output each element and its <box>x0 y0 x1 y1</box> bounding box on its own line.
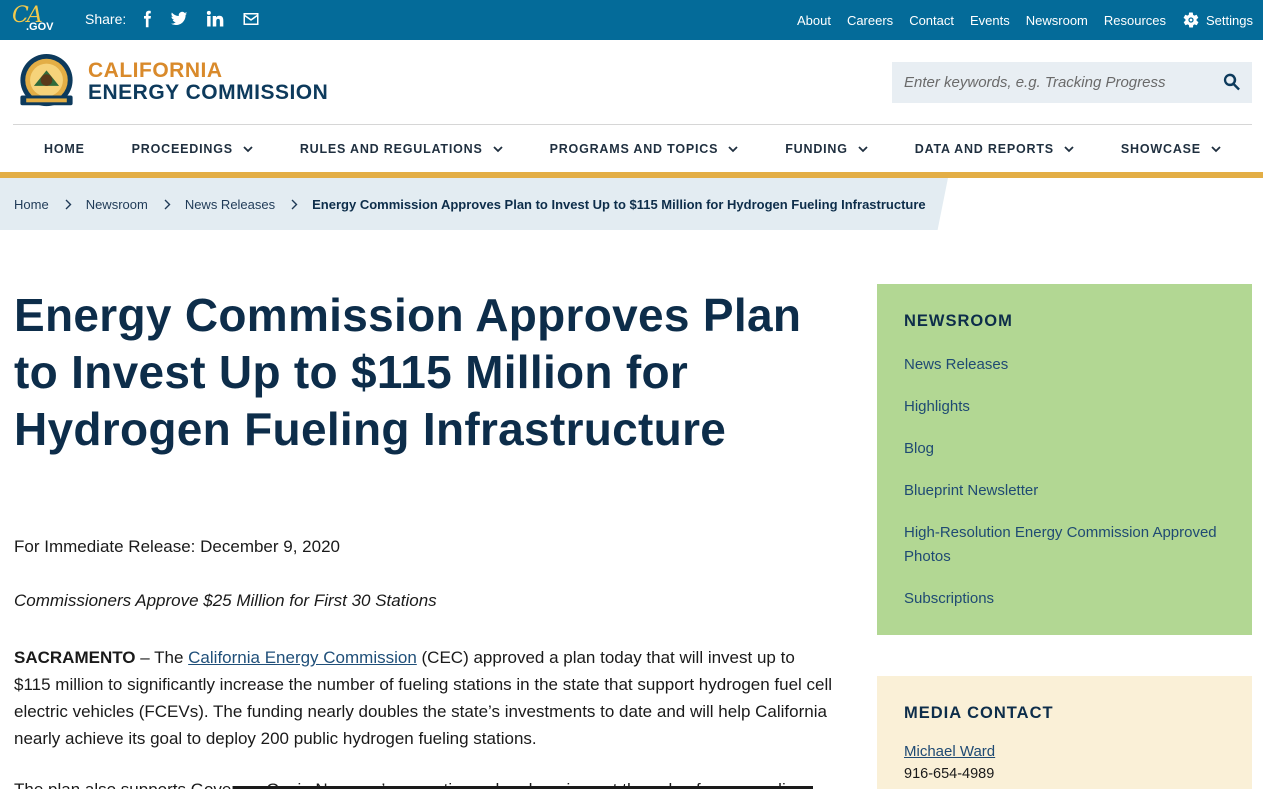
article-subhead: Commissioners Approve $25 Million for Fi… <box>14 591 437 610</box>
util-link-careers[interactable]: Careers <box>847 13 893 28</box>
chevron-down-icon <box>1064 145 1074 152</box>
gear-icon <box>1183 12 1199 28</box>
chevron-down-icon <box>728 145 738 152</box>
nav-item-label: PROCEEDINGS <box>131 142 233 156</box>
media-contact-box: MEDIA CONTACT Michael Ward 916-654-4989 <box>877 676 1252 789</box>
util-link-about[interactable]: About <box>797 13 831 28</box>
linkedin-icon[interactable] <box>204 8 226 30</box>
chevron-right-icon <box>65 199 72 209</box>
sidebar-link-news-releases[interactable]: News Releases <box>904 353 1225 377</box>
brand-line-california: CALIFORNIA <box>88 59 223 82</box>
chevron-right-icon <box>164 199 171 209</box>
utility-links: About Careers Contact Events Newsroom Re… <box>797 0 1253 40</box>
cec-link[interactable]: California Energy Commission <box>188 648 417 667</box>
twitter-icon[interactable] <box>168 8 190 30</box>
sidebar-link-high-res-photos[interactable]: High-Resolution Energy Commission Approv… <box>904 521 1225 569</box>
settings-button[interactable]: Settings <box>1182 11 1253 29</box>
para-dash: – The <box>135 648 189 667</box>
nav-item-label: SHOWCASE <box>1120 142 1201 156</box>
dateline: SACRAMENTO <box>14 648 136 667</box>
settings-label: Settings <box>1206 12 1253 28</box>
utility-bar: CA .GOV Share: About Careers Contact Eve… <box>0 0 1263 40</box>
util-link-contact[interactable]: Contact <box>909 13 954 28</box>
main-nav: HOME PROCEEDINGS RULES AND REGULATIONS P… <box>13 125 1252 173</box>
chevron-down-icon <box>243 145 253 152</box>
search-button[interactable] <box>1222 72 1242 92</box>
nav-item-data-and-reports[interactable]: DATA AND REPORTS <box>915 142 1074 156</box>
nav-item-funding[interactable]: FUNDING <box>785 142 868 156</box>
nav-item-label: DATA AND REPORTS <box>914 142 1054 156</box>
breadcrumb-home[interactable]: Home <box>14 197 49 212</box>
sidebar-link-subscriptions[interactable]: Subscriptions <box>904 587 1225 611</box>
media-contact-heading: MEDIA CONTACT <box>904 704 1054 722</box>
email-icon[interactable] <box>240 8 262 30</box>
release-date: For Immediate Release: December 9, 2020 <box>14 537 340 556</box>
cec-seal-logo <box>20 53 73 107</box>
breadcrumb-current: Energy Commission Approves Plan to Inves… <box>312 196 926 212</box>
article-paragraph: SACRAMENTO – The California Energy Commi… <box>14 644 834 752</box>
search-input[interactable] <box>892 62 1212 103</box>
nav-item-showcase[interactable]: SHOWCASE <box>1121 142 1221 156</box>
site-search <box>892 62 1252 103</box>
chevron-down-icon <box>858 145 868 152</box>
nav-item-home[interactable]: HOME <box>44 142 85 156</box>
nav-item-proceedings[interactable]: PROCEEDINGS <box>132 142 253 156</box>
nav-accent-bar <box>0 172 1263 178</box>
gov-logo-text: .GOV <box>26 21 54 33</box>
nav-item-label: FUNDING <box>785 142 848 156</box>
nav-item-programs-and-topics[interactable]: PROGRAMS AND TOPICS <box>550 142 739 156</box>
nav-item-label: PROGRAMS AND TOPICS <box>549 142 719 156</box>
site-branding[interactable]: CALIFORNIA ENERGY COMMISSION <box>14 53 328 111</box>
sidebar-link-blog[interactable]: Blog <box>904 437 1225 461</box>
facebook-icon[interactable] <box>136 8 158 30</box>
nav-item-rules-and-regulations[interactable]: RULES AND REGULATIONS <box>300 142 503 156</box>
breadcrumb-newsroom[interactable]: Newsroom <box>86 197 148 212</box>
search-icon <box>1223 73 1240 91</box>
nav-item-label: HOME <box>44 142 85 156</box>
newsroom-heading: NEWSROOM <box>904 312 1013 330</box>
chevron-down-icon <box>492 145 503 152</box>
sidebar-link-blueprint-newsletter[interactable]: Blueprint Newsletter <box>904 479 1225 503</box>
util-link-resources[interactable]: Resources <box>1104 13 1166 28</box>
breadcrumb: Home Newsroom News Releases Energy Commi… <box>0 178 948 230</box>
ca-gov-logo[interactable]: CA .GOV <box>12 3 56 35</box>
page-title: Energy Commission Approves Plan to Inves… <box>14 289 802 455</box>
media-contact-name[interactable]: Michael Ward <box>904 743 1225 760</box>
breadcrumb-news-releases[interactable]: News Releases <box>185 197 275 212</box>
newsroom-sidebar: NEWSROOM News Releases Highlights Blog B… <box>877 284 1252 635</box>
util-link-newsroom[interactable]: Newsroom <box>1026 13 1088 28</box>
media-contact-phone: 916-654-4989 <box>904 766 995 782</box>
chevron-right-icon <box>291 199 298 209</box>
util-link-events[interactable]: Events <box>970 13 1010 28</box>
share-label: Share: <box>85 11 127 27</box>
sidebar-link-highlights[interactable]: Highlights <box>904 395 1225 419</box>
nav-item-label: RULES AND REGULATIONS <box>299 142 483 156</box>
chevron-down-icon <box>1211 145 1221 152</box>
brand-text: CALIFORNIA ENERGY COMMISSION <box>88 60 328 104</box>
brand-line-energy-commission: ENERGY COMMISSION <box>88 81 329 104</box>
